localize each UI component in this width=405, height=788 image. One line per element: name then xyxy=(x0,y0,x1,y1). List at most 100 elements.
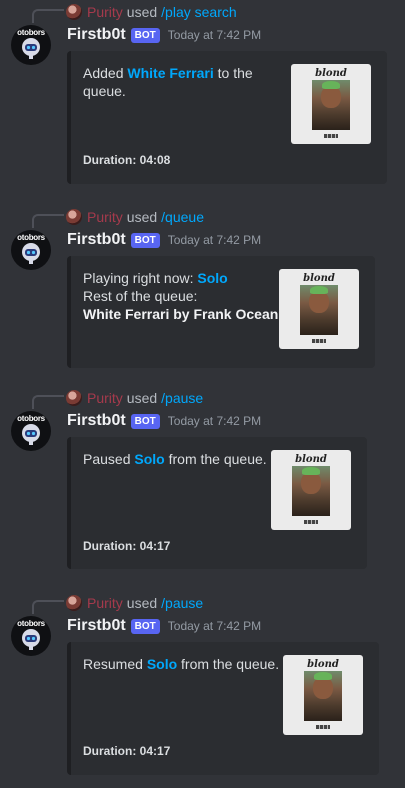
bot-username[interactable]: Firstb0t xyxy=(67,617,126,635)
album-label-mark xyxy=(324,134,338,138)
bot-username[interactable]: Firstb0t xyxy=(67,231,126,249)
user-avatar-icon[interactable] xyxy=(66,390,82,406)
robot-icon xyxy=(22,629,40,650)
reply-connector xyxy=(32,600,64,614)
reply-used-text: used xyxy=(126,390,158,406)
embed-line: Paused Solo from the queue. xyxy=(83,450,267,468)
message: Purity used /pause otobors Firstb0t BOT … xyxy=(0,591,405,781)
embed-duration: Duration: 04:17 xyxy=(83,744,171,758)
timestamp[interactable]: Today at 7:42 PM xyxy=(168,233,261,247)
bot-avatar[interactable]: otobors xyxy=(11,230,51,270)
album-title-art: blond xyxy=(315,68,347,79)
album-photo-face xyxy=(301,472,321,494)
embed-text-run: from the queue. xyxy=(177,656,280,672)
album-label-mark xyxy=(312,339,326,343)
bot-badge: BOT xyxy=(130,618,160,634)
command-reference[interactable]: Purity used /pause xyxy=(66,388,203,408)
embed-text-run: to the xyxy=(213,65,253,81)
track-link[interactable]: Solo xyxy=(197,270,227,286)
embed-text-run: Rest of the queue: xyxy=(83,288,198,304)
album-photo-hair xyxy=(310,286,328,294)
album-photo-face xyxy=(309,291,329,313)
reply-username[interactable]: Purity xyxy=(87,595,123,611)
command-reference[interactable]: Purity used /queue xyxy=(66,207,204,227)
reply-connector xyxy=(32,214,64,228)
embed: Added White Ferrari to the queue. Duratio… xyxy=(67,51,387,184)
timestamp[interactable]: Today at 7:42 PM xyxy=(168,619,261,633)
album-photo-hair xyxy=(302,467,320,475)
slash-command[interactable]: /pause xyxy=(161,390,203,406)
message: Purity used /pause otobors Firstb0t BOT … xyxy=(0,386,405,576)
message-header: Firstb0t BOT Today at 7:42 PM xyxy=(67,410,261,432)
embed-line: Added White Ferrari to the xyxy=(83,64,253,82)
embed: Resumed Solo from the queue. Duration: 0… xyxy=(67,642,379,775)
robot-icon xyxy=(22,38,40,59)
message-header: Firstb0t BOT Today at 7:42 PM xyxy=(67,24,261,46)
embed-text-run: Paused xyxy=(83,451,135,467)
album-thumbnail[interactable]: blond xyxy=(279,269,359,349)
message: Purity used /play search otobors Firstb0… xyxy=(0,0,405,190)
album-title-art: blond xyxy=(295,454,327,465)
album-title-art: blond xyxy=(307,659,339,670)
reply-used-text: used xyxy=(126,209,158,225)
album-photo-face xyxy=(313,677,333,699)
embed-text-run: Playing right now: xyxy=(83,270,198,286)
message-header: Firstb0t BOT Today at 7:42 PM xyxy=(67,615,261,637)
embed-line: Playing right now: Solo xyxy=(83,269,278,287)
reply-username[interactable]: Purity xyxy=(87,4,123,20)
embed-line: queue. xyxy=(83,82,253,100)
queue-item: White Ferrari by Frank Ocean xyxy=(83,306,279,322)
album-title-art: blond xyxy=(303,273,335,284)
embed-text-run: from the queue. xyxy=(164,451,267,467)
embed: Playing right now: Solo Rest of the queue… xyxy=(67,256,375,368)
bot-badge: BOT xyxy=(130,27,160,43)
embed-description: Playing right now: Solo Rest of the queue… xyxy=(83,269,278,323)
command-reference[interactable]: Purity used /pause xyxy=(66,593,203,613)
slash-command[interactable]: /pause xyxy=(161,595,203,611)
embed-duration: Duration: 04:17 xyxy=(83,539,171,553)
embed: Paused Solo from the queue. Duration: 04… xyxy=(67,437,367,569)
command-reference[interactable]: Purity used /play search xyxy=(66,2,237,22)
album-thumbnail[interactable]: blond xyxy=(291,64,371,144)
slash-command[interactable]: /queue xyxy=(161,209,204,225)
album-thumbnail[interactable]: blond xyxy=(283,655,363,735)
track-link[interactable]: White Ferrari xyxy=(127,65,213,81)
album-thumbnail[interactable]: blond xyxy=(271,450,351,530)
bot-avatar[interactable]: otobors xyxy=(11,25,51,65)
slash-command[interactable]: /play search xyxy=(161,4,236,20)
embed-description: Resumed Solo from the queue. xyxy=(83,655,279,673)
embed-description: Paused Solo from the queue. xyxy=(83,450,267,468)
album-photo-face xyxy=(321,86,341,108)
reply-connector xyxy=(32,395,64,409)
reply-username[interactable]: Purity xyxy=(87,209,123,225)
user-avatar-icon[interactable] xyxy=(66,209,82,225)
embed-line: White Ferrari by Frank Ocean xyxy=(83,305,278,323)
message: Purity used /queue otobors Firstb0t BOT … xyxy=(0,205,405,370)
embed-text-run: queue. xyxy=(83,83,126,99)
timestamp[interactable]: Today at 7:42 PM xyxy=(168,414,261,428)
embed-line: Rest of the queue: xyxy=(83,287,278,305)
track-link[interactable]: Solo xyxy=(134,451,164,467)
message-header: Firstb0t BOT Today at 7:42 PM xyxy=(67,229,261,251)
embed-duration: Duration: 04:08 xyxy=(83,153,171,167)
timestamp[interactable]: Today at 7:42 PM xyxy=(168,28,261,42)
reply-username[interactable]: Purity xyxy=(87,390,123,406)
reply-used-text: used xyxy=(126,595,158,611)
album-photo-hair xyxy=(322,81,340,89)
robot-icon xyxy=(22,243,40,264)
track-link[interactable]: Solo xyxy=(147,656,177,672)
bot-avatar[interactable]: otobors xyxy=(11,616,51,656)
user-avatar-icon[interactable] xyxy=(66,595,82,611)
embed-text-run: Resumed xyxy=(83,656,147,672)
embed-line: Resumed Solo from the queue. xyxy=(83,655,279,673)
album-photo-hair xyxy=(314,672,332,680)
bot-username[interactable]: Firstb0t xyxy=(67,412,126,430)
reply-connector xyxy=(32,9,64,23)
bot-avatar[interactable]: otobors xyxy=(11,411,51,451)
robot-icon xyxy=(22,424,40,445)
bot-username[interactable]: Firstb0t xyxy=(67,26,126,44)
embed-text-run: Added xyxy=(83,65,128,81)
user-avatar-icon[interactable] xyxy=(66,4,82,20)
reply-used-text: used xyxy=(126,4,158,20)
bot-badge: BOT xyxy=(130,413,160,429)
